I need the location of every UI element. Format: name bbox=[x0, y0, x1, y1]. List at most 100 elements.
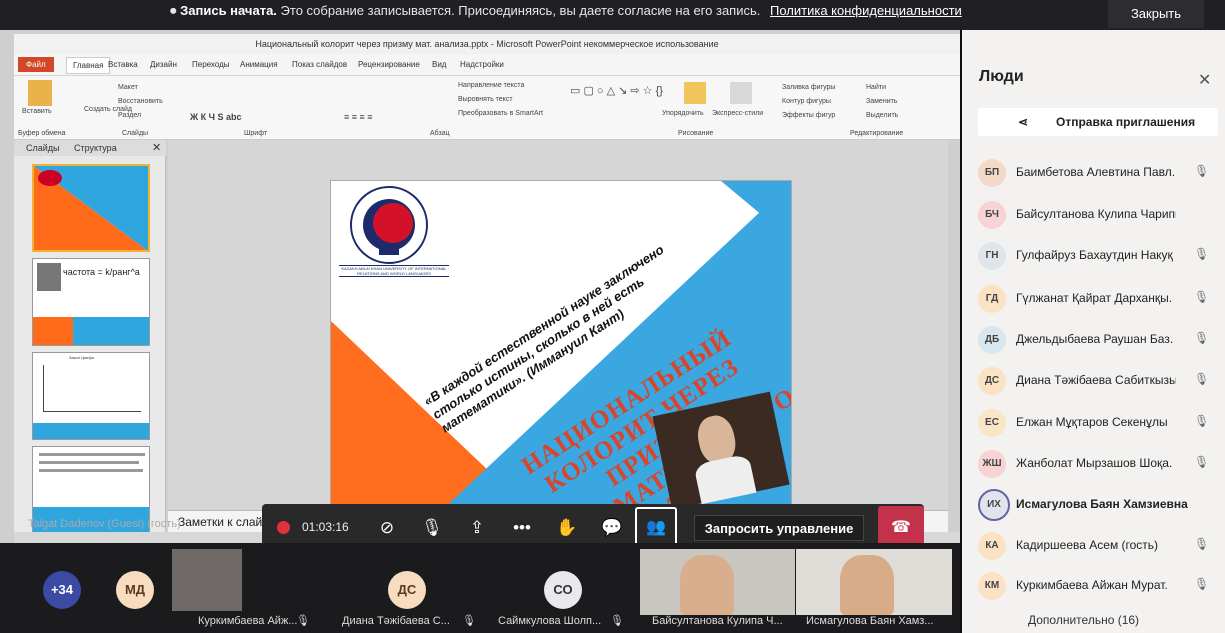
tab-design[interactable]: Дизайн bbox=[150, 60, 177, 69]
slide-thumbnail-2[interactable]: частота = k/ранг^a bbox=[32, 258, 150, 346]
express-styles-icon bbox=[730, 82, 752, 104]
ppt-title-bar: Национальный колорит через призму мат. а… bbox=[14, 34, 960, 54]
paste-button[interactable]: Вставить bbox=[22, 108, 52, 115]
camera-off-icon[interactable]: ⊘ bbox=[374, 516, 400, 540]
university-name: KAZAKH ABLAI KHAN UNIVERSITY OF INTERNAT… bbox=[339, 265, 449, 277]
layout-button[interactable]: Макет bbox=[118, 84, 138, 91]
tab-outline[interactable]: Структура bbox=[74, 143, 117, 153]
express-styles-button[interactable]: Экспресс-стили bbox=[712, 110, 763, 117]
font-format-icons[interactable]: Ж К Ч S abc bbox=[190, 112, 241, 122]
slide-thumbnail-3[interactable]: Закон Ципфа bbox=[32, 352, 150, 440]
tab-file[interactable]: Файл bbox=[18, 57, 54, 72]
participant-row[interactable]: ИХ Исмагулова Баян Хамзиевна bbox=[974, 485, 1224, 525]
mic-off-icon: 🎙 bbox=[1194, 577, 1210, 591]
participants-icon[interactable]: 👥 bbox=[635, 507, 677, 543]
tab-slides[interactable]: Слайды bbox=[26, 143, 60, 153]
slides-pane: Слайды Структура ✕ частота = k/ранг^a За… bbox=[14, 140, 166, 540]
close-pane-icon[interactable]: ✕ bbox=[152, 141, 161, 154]
tab-animation[interactable]: Анимация bbox=[240, 60, 278, 69]
participant-row[interactable]: ЕС Елжан Мұқтаров Секенұлы 🎙 bbox=[974, 403, 1224, 443]
participant-row[interactable]: ДБ Джельдыбаева Раушан Баз. 🎙 bbox=[974, 320, 1224, 360]
mic-off-icon[interactable]: 🎙 bbox=[419, 516, 445, 540]
slide-thumbnail-1[interactable] bbox=[32, 164, 150, 252]
participant-row[interactable]: БП Баимбетова Алевтина Павл. 🎙 bbox=[974, 153, 1224, 193]
text-direction-button[interactable]: Направление текста bbox=[458, 82, 524, 89]
section-button[interactable]: Раздел bbox=[118, 112, 141, 119]
shape-outline-button[interactable]: Контур фигуры bbox=[782, 98, 831, 105]
font-group-label: Шрифт bbox=[244, 130, 268, 137]
participant-row[interactable]: БЧ Байсултанова Кулипа Чарипкано bbox=[974, 195, 1224, 235]
request-control-button[interactable]: Запросить управление bbox=[694, 515, 864, 541]
find-button[interactable]: Найти bbox=[866, 84, 886, 91]
privacy-policy-link[interactable]: Политика конфиденциальности bbox=[770, 3, 962, 18]
shapes-gallery[interactable]: ▭ ▢ ○ △ ↘ ⇨ ☆ {} bbox=[570, 84, 663, 97]
mic-off-icon: 🎙 bbox=[1194, 331, 1210, 345]
editing-group-label: Редактирование bbox=[850, 130, 904, 137]
university-seal-icon bbox=[350, 186, 428, 264]
participant-row[interactable]: КМ Куркимбаева Айжан Мурат. 🎙 bbox=[974, 566, 1224, 606]
participant-row[interactable]: ДС Диана Тәжібаева Сабиткызы 🎙 bbox=[974, 361, 1224, 401]
tab-review[interactable]: Рецензирование bbox=[358, 60, 420, 69]
align-icons[interactable]: ≡ ≡ ≡ ≡ bbox=[344, 112, 373, 122]
participant-avatar: КА bbox=[978, 532, 1006, 560]
mic-off-icon: 🎙 bbox=[1194, 247, 1210, 261]
mic-off-icon: 🎙 bbox=[296, 615, 310, 627]
participant-face bbox=[680, 555, 734, 615]
slides-pane-tabs: Слайды Структура ✕ bbox=[14, 140, 166, 156]
tab-insert[interactable]: Вставка bbox=[108, 60, 138, 69]
send-invite-button[interactable]: ⋖ Отправка приглашения bbox=[978, 108, 1218, 136]
hang-up-icon[interactable]: ☎ bbox=[878, 506, 924, 543]
more-participants-link[interactable]: Дополнительно (16) bbox=[1028, 613, 1139, 627]
participant-row[interactable]: ЖШ Жанболат Мырзашов Шоқа. 🎙 bbox=[974, 444, 1224, 484]
participant-video-tile bbox=[172, 549, 242, 611]
participant-name: Гулфайруз Бахаутдин Накуқ bbox=[1016, 248, 1173, 262]
participant-row[interactable]: КА Кадиршеева Асем (гость) 🎙 bbox=[974, 526, 1224, 566]
recording-started-label: Запись начата. bbox=[180, 3, 277, 18]
shape-fill-button[interactable]: Заливка фигуры bbox=[782, 84, 835, 91]
mic-off-icon: 🎙 bbox=[1194, 290, 1210, 304]
ppt-ribbon-tabs: Файл Главная Вставка Дизайн Переходы Ани… bbox=[14, 54, 960, 76]
tab-addins[interactable]: Надстройки bbox=[460, 60, 504, 69]
presenter-name: Talgat Dadenov (Guest) (гость) bbox=[28, 518, 181, 530]
close-icon[interactable]: ✕ bbox=[1198, 70, 1211, 90]
tab-home[interactable]: Главная bbox=[66, 57, 111, 74]
more-actions-icon[interactable]: ••• bbox=[509, 516, 535, 540]
record-icon: ⏺ bbox=[170, 3, 181, 18]
participant-name: Елжан Мұқтаров Секенұлы bbox=[1016, 415, 1168, 429]
thumb4-text-line bbox=[39, 461, 139, 464]
close-banner-button[interactable]: Закрыть bbox=[1108, 0, 1204, 28]
more-participants-badge[interactable]: +34 bbox=[43, 571, 81, 609]
participant-row[interactable]: ГН Гулфайруз Бахаутдин Накуқ 🎙 bbox=[974, 236, 1224, 276]
paragraph-group-label: Абзац bbox=[430, 130, 450, 137]
participant-row[interactable]: ГД Гүлжанат Қайрат Дарханқы. 🎙 bbox=[974, 279, 1224, 319]
restore-button[interactable]: Восстановить bbox=[118, 98, 163, 105]
arrange-button[interactable]: Упорядочить bbox=[662, 110, 704, 117]
tab-view[interactable]: Вид bbox=[432, 60, 446, 69]
shape-effects-button[interactable]: Эффекты фигур bbox=[782, 112, 835, 119]
participant-avatar: МД bbox=[116, 571, 154, 609]
thumb2-title: частота = k/ранг^a bbox=[63, 267, 140, 277]
participant-name: Куркимбаева Айж... bbox=[198, 615, 298, 627]
thumb1-logo bbox=[38, 170, 62, 186]
replace-button[interactable]: Заменить bbox=[866, 98, 897, 105]
share-screen-icon[interactable]: ⇪ bbox=[464, 516, 490, 540]
thumb3-band bbox=[33, 423, 149, 439]
participant-name: Куркимбаева Айжан Мурат. bbox=[1016, 578, 1168, 592]
participant-avatar: КМ bbox=[978, 572, 1006, 600]
participant-video-tile bbox=[640, 549, 795, 615]
participant-avatar: БП bbox=[978, 159, 1006, 187]
tab-transitions[interactable]: Переходы bbox=[192, 60, 230, 69]
teams-meeting-window: ⏺ Запись начата. Это собрание записывает… bbox=[0, 0, 1225, 633]
participant-avatar: СО bbox=[544, 571, 582, 609]
participant-strip: +34 МД Куркимбаева Айж... 🎙 ДС Диана Тәж… bbox=[0, 543, 960, 633]
raise-hand-icon[interactable]: ✋ bbox=[554, 516, 580, 540]
current-slide[interactable]: KAZAKH ABLAI KHAN UNIVERSITY OF INTERNAT… bbox=[330, 180, 792, 510]
tab-slideshow[interactable]: Показ слайдов bbox=[292, 60, 347, 69]
paste-icon bbox=[28, 80, 52, 106]
align-text-button[interactable]: Выровнять текст bbox=[458, 96, 513, 103]
chat-icon[interactable]: 💬 bbox=[599, 516, 625, 540]
participant-name: Диана Тәжібаева С... bbox=[342, 615, 450, 627]
select-button[interactable]: Выделить bbox=[866, 112, 898, 119]
smartart-button[interactable]: Преобразовать в SmartArt bbox=[458, 110, 543, 117]
participant-avatar: ДС bbox=[388, 571, 426, 609]
